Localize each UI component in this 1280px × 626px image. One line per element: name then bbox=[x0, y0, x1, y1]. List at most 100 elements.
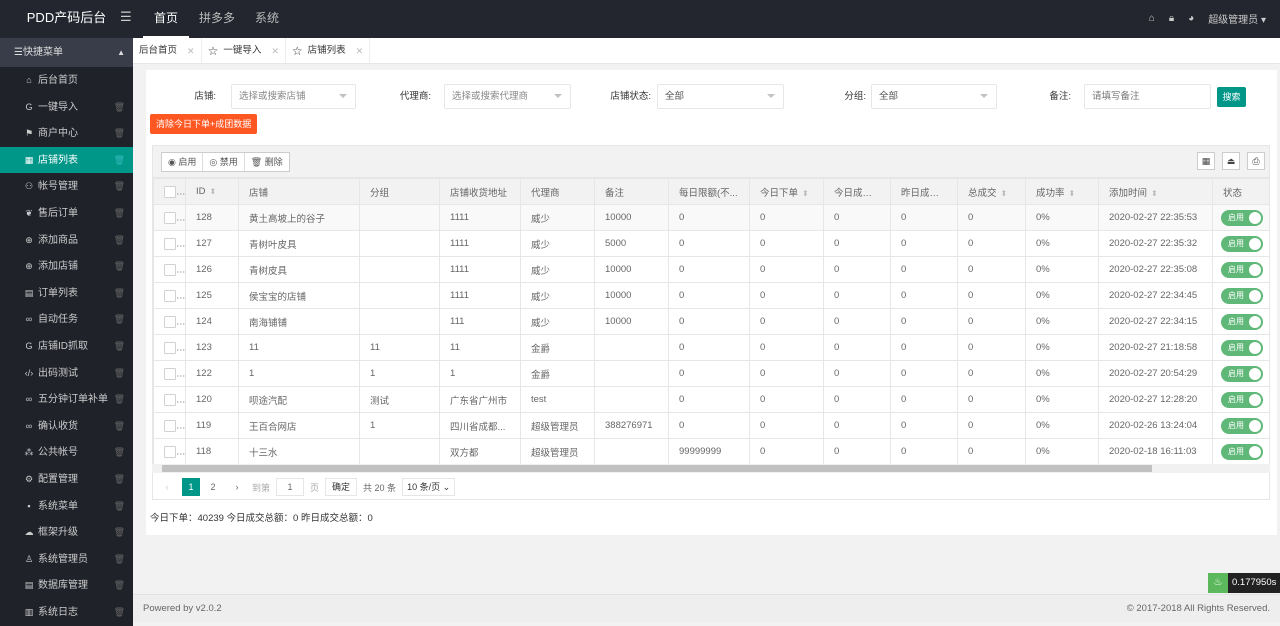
close-icon[interactable]: ✕ bbox=[271, 38, 279, 64]
sidebar-item[interactable]: ▤ 订单列表 🗑︎ bbox=[0, 280, 133, 307]
columns-icon[interactable]: ▦ bbox=[1197, 152, 1215, 170]
goto-page-input[interactable]: 1 bbox=[276, 478, 305, 496]
page-tab[interactable]: 后台首页 ✕ bbox=[133, 38, 202, 63]
row-checkbox[interactable] bbox=[164, 419, 176, 432]
sidebar-item[interactable]: ▪ 系统菜单 🗑︎ bbox=[0, 493, 133, 520]
row-checkbox[interactable] bbox=[164, 341, 176, 354]
scrollbar-thumb[interactable] bbox=[162, 465, 1152, 472]
sort-icon[interactable]: ⬍ bbox=[951, 189, 957, 198]
trash-icon[interactable]: 🗑︎ bbox=[114, 147, 125, 174]
sidebar-item[interactable]: ∞ 自动任务 🗑︎ bbox=[0, 306, 133, 333]
sidebar-item[interactable]: ⚙ 配置管理 🗑︎ bbox=[0, 466, 133, 493]
status-toggle[interactable]: 启用 bbox=[1221, 287, 1263, 304]
status-toggle[interactable]: 启用 bbox=[1221, 391, 1263, 408]
page-button[interactable]: 1 bbox=[182, 478, 200, 496]
table-row[interactable]: 125 侯宝宝的店铺 1111 威少 10000 0 0 0 0 0 0% 2020-02-27 22… bbox=[153, 282, 1269, 309]
sidebar-item[interactable]: ▦ 店铺列表 🗑︎ bbox=[0, 146, 133, 174]
trash-icon[interactable]: 🗑︎ bbox=[114, 466, 125, 493]
debug-timer[interactable]: ♨ 0.177950s bbox=[1208, 573, 1280, 593]
table-row[interactable]: 124 南海铺铺 111 威少 10000 0 0 0 0 0 0% 2020-02-27 22:34… bbox=[153, 308, 1269, 335]
select-all-checkbox[interactable] bbox=[164, 185, 176, 198]
sort-icon[interactable]: ⬍ bbox=[1151, 189, 1158, 198]
sidebar-item[interactable]: ⊕ 添加店铺 🗑︎ bbox=[0, 253, 133, 280]
sidebar-item[interactable]: ⁂ 公共帐号 🗑︎ bbox=[0, 439, 133, 466]
column-header[interactable]: ID ⬍ bbox=[185, 178, 239, 205]
status-toggle[interactable]: 启用 bbox=[1221, 261, 1263, 278]
row-checkbox[interactable] bbox=[164, 393, 176, 406]
table-row[interactable]: 119 王百合网店 1 四川省成都... 超级管理员 388276971 0 0 0 0 0 0% 20… bbox=[153, 412, 1269, 439]
sidebar-item[interactable]: ⊕ 添加商品 🗑︎ bbox=[0, 227, 133, 254]
trash-icon[interactable]: 🗑︎ bbox=[114, 253, 125, 280]
table-row[interactable]: 127 青树叶皮具 1111 威少 5000 0 0 0 0 0 0% 2020-02-27 22:3… bbox=[153, 230, 1269, 257]
sidebar-item[interactable]: ▥ 系统日志 🗑︎ bbox=[0, 599, 133, 626]
print-icon[interactable]: ⎙ bbox=[1247, 152, 1265, 170]
sort-icon[interactable]: ⬍ bbox=[1069, 189, 1076, 198]
clear-today-data-button[interactable]: 清除今日下单+成团数据 bbox=[150, 114, 258, 134]
delete-button[interactable]: 🗑︎ 删除 bbox=[245, 153, 289, 171]
sidebar-item[interactable]: ☁ 框架升级 🗑︎ bbox=[0, 519, 133, 546]
row-checkbox[interactable] bbox=[164, 263, 176, 276]
sidebar-item[interactable]: ∞ 确认收货 🗑︎ bbox=[0, 413, 133, 440]
shop-select[interactable]: 选择或搜索店铺 bbox=[231, 84, 356, 109]
page-tab[interactable]: ☆ 一键导入 ✕ bbox=[202, 38, 286, 63]
goto-confirm-button[interactable]: 确定 bbox=[325, 478, 358, 496]
table-row[interactable]: 118 十三水 双方都 超级管理员 99999999 0 0 0 0 0% 2020-02-18 1… bbox=[153, 438, 1269, 465]
column-header[interactable]: 成功率 ⬍ bbox=[1025, 178, 1099, 205]
table-row[interactable]: 126 青树皮具 1111 威少 10000 0 0 0 0 0 0% 2020-02-27 22:3… bbox=[153, 256, 1269, 283]
sidebar-item[interactable]: ∞ 五分钟订单补单 🗑︎ bbox=[0, 386, 133, 413]
table-row[interactable]: 123 11 11 11 金爵 0 0 0 0 0 0% 2020-02-27 21:18:58 启用 bbox=[153, 334, 1269, 361]
column-header[interactable]: 添加时间 ⬍ bbox=[1098, 178, 1213, 205]
sort-icon[interactable]: ⬍ bbox=[1001, 189, 1008, 198]
disable-button[interactable]: ◎ 禁用 bbox=[203, 153, 245, 171]
column-header[interactable]: 今日成交... ⬍ bbox=[823, 178, 891, 205]
trash-icon[interactable]: 🗑︎ bbox=[114, 306, 125, 333]
status-toggle[interactable]: 启用 bbox=[1221, 209, 1263, 226]
column-header[interactable]: 总成交 ⬍ bbox=[957, 178, 1026, 205]
status-toggle[interactable]: 启用 bbox=[1221, 417, 1263, 434]
trash-icon[interactable]: 🗑︎ bbox=[114, 200, 125, 227]
column-header[interactable]: 昨日成交... ⬍ bbox=[890, 178, 958, 205]
sort-icon[interactable]: ⬍ bbox=[210, 187, 217, 196]
agent-select[interactable]: 选择或搜索代理商 bbox=[444, 84, 571, 109]
trash-icon[interactable]: 🗑︎ bbox=[114, 413, 125, 440]
table-row[interactable]: 128 黄土高坡上的谷子 1111 威少 10000 0 0 0 0 0 0% 2020-02-27 … bbox=[153, 204, 1269, 231]
trash-icon[interactable]: 🗑︎ bbox=[114, 94, 125, 121]
sidebar-item[interactable]: ♙ 系统管理员 🗑︎ bbox=[0, 546, 133, 573]
sidebar-item[interactable]: ⚇ 帐号管理 🗑︎ bbox=[0, 173, 133, 200]
row-checkbox[interactable] bbox=[164, 315, 176, 328]
menu-toggle-icon[interactable]: ☰ bbox=[120, 10, 132, 23]
user-menu[interactable]: 超级管理员 ▾ bbox=[1208, 11, 1266, 26]
sidebar-item[interactable]: ⚑ 商户中心 🗑︎ bbox=[0, 120, 133, 147]
status-toggle[interactable]: 启用 bbox=[1221, 313, 1263, 330]
top-nav-item[interactable]: 拼多多 bbox=[189, 0, 245, 39]
row-checkbox[interactable] bbox=[164, 367, 176, 380]
trash-icon[interactable]: 🗑︎ bbox=[114, 546, 125, 573]
table-row[interactable]: 120 呗途汽配 测试 广东省广州市 test 0 0 0 0 0 0% 2020-02-27 12:… bbox=[153, 386, 1269, 413]
status-toggle[interactable]: 启用 bbox=[1221, 365, 1263, 382]
search-button[interactable]: 搜索 bbox=[1217, 87, 1246, 107]
page-tab[interactable]: ☆ 店铺列表 ✕ bbox=[285, 38, 371, 64]
lock-icon[interactable]: 🔒︎ bbox=[1169, 13, 1174, 24]
trash-icon[interactable]: 🗑︎ bbox=[114, 572, 125, 599]
group-select[interactable]: 全部 bbox=[871, 84, 997, 109]
close-icon[interactable]: ✕ bbox=[356, 38, 364, 64]
sort-icon[interactable]: ⬍ bbox=[802, 189, 809, 198]
row-checkbox[interactable] bbox=[164, 211, 176, 224]
row-checkbox[interactable] bbox=[164, 289, 176, 302]
trash-icon[interactable]: 🗑︎ bbox=[114, 120, 125, 147]
trash-icon[interactable]: 🗑︎ bbox=[114, 599, 125, 626]
quick-menu-header[interactable]: ☰快捷菜单 ▲ bbox=[0, 38, 133, 67]
sidebar-item[interactable]: ‹/› 出码测试 🗑︎ bbox=[0, 360, 133, 387]
close-icon[interactable]: ✕ bbox=[187, 38, 195, 64]
sidebar-item[interactable]: G 一键导入 🗑︎ bbox=[0, 94, 133, 121]
status-toggle[interactable]: 启用 bbox=[1221, 443, 1263, 460]
trash-icon[interactable]: 🗑︎ bbox=[114, 519, 125, 546]
sort-icon[interactable]: ⬍ bbox=[884, 189, 890, 198]
remark-input[interactable] bbox=[1084, 84, 1211, 109]
trash-icon[interactable]: 🗑︎ bbox=[114, 227, 125, 254]
trash-icon[interactable]: 🗑︎ bbox=[114, 280, 125, 307]
sidebar-item[interactable]: G 店铺ID抓取 🗑︎ bbox=[0, 333, 133, 360]
trash-icon[interactable]: 🗑︎ bbox=[114, 360, 125, 387]
prev-page-button[interactable]: ‹ bbox=[158, 478, 176, 496]
trash-icon[interactable]: 🗑︎ bbox=[114, 439, 125, 466]
